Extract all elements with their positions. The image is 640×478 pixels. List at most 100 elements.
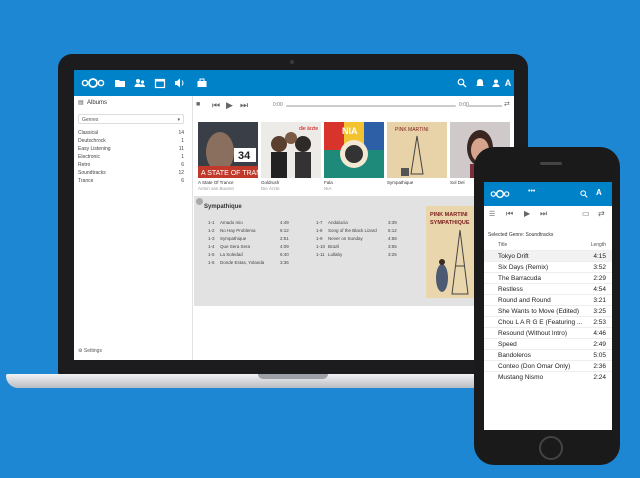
volume-slider[interactable] [466,105,502,107]
sidebar-title[interactable]: Albums [87,100,107,106]
contacts-icon[interactable] [134,77,146,89]
previous-track-button[interactable]: ⏮ [506,209,513,219]
track-title[interactable]: Brazil [328,244,339,249]
track-row[interactable]: Round and Round 3:21 [484,294,612,305]
genre-name: Electronic [78,154,100,160]
track-title[interactable]: Que Sera Sera [220,244,250,249]
sidebar-item-genre[interactable]: Soundtracks 12 [78,169,184,177]
album-cover[interactable]: die ärzte [261,122,321,178]
track-row[interactable]: Conteo (Don Omar Only) 2:36 [484,360,612,371]
search-icon[interactable] [579,189,589,199]
track-row[interactable]: Bandoleros 5:05 [484,349,612,360]
genre-count: 1 [181,154,184,160]
desktop-app-window: A ▤ Albums Genres ▾ Classical 14 Deutschro… [74,70,514,360]
notifications-icon[interactable] [474,77,486,89]
progress-bar[interactable] [286,105,456,107]
track-row[interactable]: Six Days (Remix) 3:52 [484,261,612,272]
track-duration: 3:25 [593,308,606,315]
track-row[interactable]: Speed 2:49 [484,338,612,349]
sidebar-item-genre[interactable]: Deutschrock 1 [78,137,184,145]
genre-count: 14 [178,130,184,136]
play-button[interactable]: ▶ [524,209,530,218]
selected-genre-title: Selected Genre: Soundtracks [488,232,554,238]
nextcloud-logo-icon[interactable] [490,189,510,199]
calendar-icon[interactable] [154,77,166,89]
track-title[interactable]: Amado mio [220,220,243,225]
user-avatar[interactable]: A [502,77,514,89]
settings-link[interactable]: ⚙ Settings [78,348,102,354]
track-title: Speed [498,341,517,348]
play-button[interactable]: ▶ [226,100,233,110]
album-title[interactable]: Sympathique [387,180,447,185]
track-row[interactable]: Mustang Nismo 2:24 [484,371,612,382]
track-duration: 2:29 [593,275,606,282]
track-title[interactable]: No Hay Problema [220,228,256,233]
album-cover-selected[interactable]: PINK MARTINI [387,122,447,178]
track-title: Chou L A R G E (Featuring ... [498,319,583,326]
track-duration: 4:09 [280,244,289,249]
track-row[interactable]: She Wants to Move (Edited) 3:25 [484,305,612,316]
track-number: 1-11 [316,252,325,257]
genre-count: 6 [181,178,184,184]
album-title[interactable]: Fala [324,180,384,185]
menu-icon[interactable]: ☰ [489,210,495,218]
sidebar-item-genre[interactable]: Retro 6 [78,161,184,169]
track-title[interactable]: La Soledad [220,252,243,257]
track-title[interactable]: Song of the Black Lizard [328,228,377,233]
album-cover[interactable]: NIA [324,122,384,178]
track-title: Tokyo Drift [498,253,529,260]
mobile-app-window: ••• A ☰ ⏮ ▶ ⏭ ▭ ⇄ Selected Genre: Soundt… [484,182,612,430]
album-cover[interactable]: 34 A STATE OF TRANCE [198,122,258,178]
track-row[interactable]: Tokyo Drift 4:15 [484,250,612,261]
repeat-icon[interactable]: ▭ [582,209,590,218]
previous-track-button[interactable]: ⏮ [212,100,220,110]
track-row[interactable]: Restless 4:54 [484,283,612,294]
more-icon[interactable]: ••• [528,188,535,195]
track-title[interactable]: Donde Estas, Yolanda [220,260,264,265]
chevron-down-icon: ▾ [177,117,180,123]
sidebar-item-genre[interactable]: Trance 6 [78,177,184,185]
genre-name: Deutschrock [78,138,106,144]
album-title[interactable]: Goldrush [261,180,321,185]
column-length[interactable]: Length [591,242,606,248]
track-duration: 2:53 [593,319,606,326]
sidebar-item-genre[interactable]: Classical 14 [78,129,184,137]
track-title[interactable]: Andalucia [328,220,348,225]
track-title: She Wants to Move (Edited) [498,308,580,315]
genre-count: 1 [181,138,184,144]
sidebar-item-genre[interactable]: Electronic 1 [78,153,184,161]
column-title[interactable]: Title [498,242,507,248]
briefcase-icon[interactable] [196,77,208,89]
track-title[interactable]: Sympathique [220,236,246,241]
shuffle-icon[interactable]: ⇄ [598,209,605,218]
files-icon[interactable] [114,77,126,89]
album-details-cover: PINK MARTINI SYMPATHIQUE [426,206,480,298]
genre-name: Retro [78,162,91,168]
shuffle-icon[interactable]: ⇄ [504,100,510,110]
phone-speaker [540,162,562,165]
track-row[interactable]: Resound (Without Intro) 4:46 [484,327,612,338]
next-track-button[interactable]: ⏭ [540,209,547,219]
close-icon[interactable] [196,198,203,205]
nextcloud-logo-icon[interactable] [81,77,105,89]
music-icon[interactable] [174,77,186,89]
track-row[interactable]: Chou L A R G E (Featuring ... 2:53 [484,316,612,327]
gear-icon: ⚙ [78,348,83,354]
user-avatar[interactable]: A [596,188,602,197]
search-icon[interactable] [456,77,468,89]
track-title[interactable]: Lullaby [328,252,342,257]
track-title[interactable]: Never on Sunday [328,236,363,241]
phone-home-button[interactable] [539,436,563,460]
track-duration: 4:54 [593,286,606,293]
album-title[interactable]: A State Of Trance [198,180,258,185]
next-track-button[interactable]: ⏭ [240,100,248,110]
genre-select[interactable]: Genres ▾ [78,114,184,124]
contacts-menu-icon[interactable] [490,77,502,89]
stop-icon[interactable]: ■ [196,100,200,110]
sidebar-item-genre[interactable]: Easy Listening 11 [78,145,184,153]
album-artist: NIA [324,186,332,191]
track-duration: 4:15 [593,253,606,260]
track-number: 1-6 [208,260,215,265]
genre-count: 11 [178,146,184,152]
track-row[interactable]: The Barracuda 2:29 [484,272,612,283]
